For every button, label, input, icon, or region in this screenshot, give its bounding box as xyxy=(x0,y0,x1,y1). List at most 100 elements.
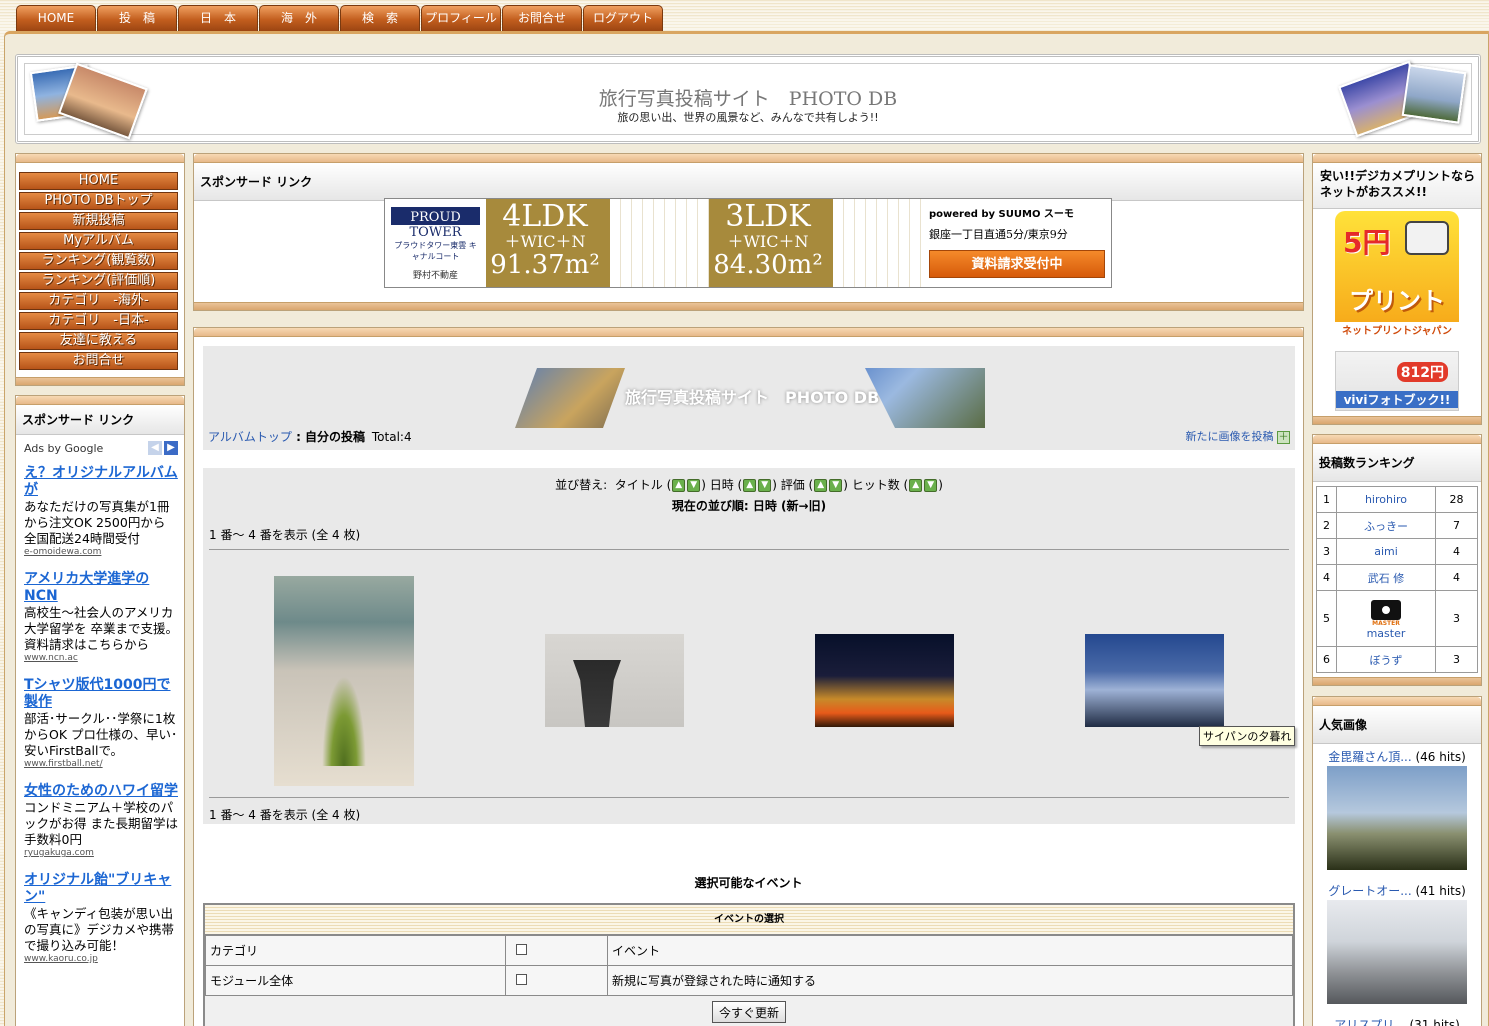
photobook-ad[interactable]: 812円 viviフォトブック!! xyxy=(1335,351,1459,411)
print-ad[interactable]: 5円 プリント ネットプリントジャパン xyxy=(1335,211,1459,337)
current-order: 現在の並び順: 日時 (新→旧) xyxy=(671,499,827,513)
tab-post[interactable]: 投 稿 xyxy=(97,5,177,31)
ranking-row: 5 MASTER master 3 xyxy=(1316,590,1478,647)
floorplan-2 xyxy=(827,199,921,287)
tab-overseas[interactable]: 海 外 xyxy=(259,5,339,31)
ad-title[interactable]: え？オリジナルアルバムが xyxy=(24,465,178,499)
tab-search[interactable]: 検 索 xyxy=(340,5,420,31)
ranking-user-link[interactable]: aimi xyxy=(1374,545,1398,558)
ad-url[interactable]: ryugakuga.com xyxy=(24,848,178,858)
ad-next-button[interactable]: ▶ xyxy=(164,441,178,455)
ranking-row: 1 hirohiro 28 xyxy=(1316,486,1478,513)
ad-title[interactable]: オリジナル飴"ブリキャン" xyxy=(24,872,178,906)
menu-tell-friend[interactable]: 友達に教える xyxy=(19,332,178,350)
popular-panel: 人気画像 金毘羅さん頂... (46 hits) グレートオー... (41 h… xyxy=(1312,696,1482,1026)
sponsor-ad-banner[interactable]: PROUD TOWER プラウドタワー東雲 キャナルコート 野村不動産 4LDK… xyxy=(384,198,1112,288)
tab-profile[interactable]: プロフィール xyxy=(421,5,501,31)
sort-date-asc-icon[interactable]: ▲ xyxy=(743,479,757,492)
album-body: 並び替え: タイトル (▲ ▼) 日時 (▲ ▼) 評価 (▲ ▼) ヒット数 (▲ ▼… xyxy=(203,468,1296,824)
ad-title[interactable]: Tシャツ版代1000円で製作 xyxy=(24,677,178,711)
ad-prev-button[interactable]: ◀ xyxy=(148,441,162,455)
tab-logout[interactable]: ログアウト xyxy=(583,5,663,31)
sort-hits-asc-icon[interactable]: ▲ xyxy=(909,479,923,492)
ad-desc: あなただけの写真集が1冊から注文OK 2500円から 全国配送24時間受付 xyxy=(24,499,170,546)
ad-url[interactable]: www.firstball.net/ xyxy=(24,759,178,769)
menu-photodb-top[interactable]: PHOTO DBトップ xyxy=(19,192,178,210)
plan2-block: 3LDK ＋WIC＋N 84.30m² xyxy=(709,199,827,287)
menu-category-overseas[interactable]: カテゴリ -海外- xyxy=(19,292,178,310)
ranking-user-link[interactable]: master xyxy=(1367,627,1406,640)
left-ads-panel: スポンサード リンク Ads by Google ◀ ▶ え？オリジナルアルバム… xyxy=(15,395,185,1026)
album-banner-text: 旅行写真投稿サイト PHOTO DB xyxy=(625,388,880,407)
sort-title-asc-icon[interactable]: ▲ xyxy=(672,479,686,492)
sort-bar: 並び替え: タイトル (▲ ▼) 日時 (▲ ▼) 評価 (▲ ▼) ヒット数 (▲ ▼… xyxy=(555,478,943,492)
menu-ranking-views[interactable]: ランキング(観覧数) xyxy=(19,252,178,270)
event-category-checkbox[interactable] xyxy=(516,943,527,955)
add-image-icon: ＋ xyxy=(1277,430,1290,444)
album-header: 旅行写真投稿サイト PHOTO DB アルバムトップ : 自分の投稿 Total… xyxy=(203,346,1295,450)
thumb-saipan-sunset[interactable] xyxy=(1085,634,1224,727)
ranking-user-link[interactable]: 武石 修 xyxy=(1368,572,1405,585)
master-camera-icon xyxy=(1371,599,1401,620)
sort-date-desc-icon[interactable]: ▼ xyxy=(758,479,772,492)
tab-contact[interactable]: お問合せ xyxy=(502,5,582,31)
site-header: 旅行写真投稿サイト PHOTO DB 旅の思い出、世界の風景など、みんなで共有し… xyxy=(15,54,1481,144)
ranking-user-link[interactable]: ふっきー xyxy=(1364,520,1408,533)
popular-title-link[interactable]: アリスプリ... xyxy=(1334,1018,1405,1026)
event-label: モジュール全体 xyxy=(205,965,506,996)
thumb-tooltip: サイパンの夕暮れ xyxy=(1199,726,1296,746)
thumb-sprout[interactable] xyxy=(274,576,414,786)
update-now-button[interactable]: 今すぐ更新 xyxy=(711,1001,786,1023)
ad-url[interactable]: e-omoidewa.com xyxy=(24,547,178,557)
popular-thumb-great-ocean[interactable] xyxy=(1327,900,1467,1004)
ranking-row: 4 武石 修4 xyxy=(1316,564,1478,591)
ad-title[interactable]: 女性のためのハワイ留学 xyxy=(24,783,178,800)
menu-contact[interactable]: お問合せ xyxy=(19,352,178,370)
new-post-link[interactable]: 新たに画像を投稿 xyxy=(1186,430,1274,443)
sort-hits-desc-icon[interactable]: ▼ xyxy=(924,479,938,492)
popular-title-link[interactable]: グレートオー... xyxy=(1328,884,1411,898)
event-row: カテゴリ イベント xyxy=(205,935,1293,966)
event-desc: イベント xyxy=(607,935,1293,966)
album-banner: 旅行写真投稿サイト PHOTO DB xyxy=(515,368,985,428)
tab-japan[interactable]: 日 本 xyxy=(178,5,258,31)
menu-ranking-rating[interactable]: ランキング(評価順) xyxy=(19,272,178,290)
ranking-user-link[interactable]: hirohiro xyxy=(1365,493,1407,506)
ad-title[interactable]: アメリカ大学進学のNCN xyxy=(24,571,178,605)
menu-new-post[interactable]: 新規投稿 xyxy=(19,212,178,230)
tab-home[interactable]: HOME xyxy=(16,5,96,31)
ad-desc: コンドミニアム＋学校のパックがお得 また長期留学は手数料0円 xyxy=(24,800,178,847)
ad-url[interactable]: www.ncn.ac xyxy=(24,653,178,663)
ad-url[interactable]: www.kaoru.co.jp xyxy=(24,954,178,964)
sort-rating-asc-icon[interactable]: ▲ xyxy=(814,479,828,492)
popular-thumb-kompira[interactable] xyxy=(1327,766,1467,870)
events-table-head: イベントの選択 xyxy=(205,905,1293,935)
thumb-las-vegas[interactable] xyxy=(815,634,954,727)
site-title: 旅行写真投稿サイト PHOTO DB xyxy=(598,88,898,110)
sort-title-desc-icon[interactable]: ▼ xyxy=(687,479,701,492)
menu-my-album[interactable]: Myアルバム xyxy=(19,232,178,250)
event-label: カテゴリ xyxy=(205,935,506,966)
menu-home[interactable]: HOME xyxy=(19,172,178,190)
popular-title-link[interactable]: 金毘羅さん頂... xyxy=(1328,750,1411,764)
site-subtitle: 旅の思い出、世界の風景など、みんなで共有しよう!! xyxy=(617,111,879,124)
event-row: モジュール全体 新規に写真が登録された時に通知する xyxy=(205,965,1293,996)
sort-rating-desc-icon[interactable]: ▼ xyxy=(829,479,843,492)
breadcrumb-current: : 自分の投稿 xyxy=(291,430,366,444)
banner-photo-temple xyxy=(515,368,625,428)
breadcrumb-album-top[interactable]: アルバムトップ xyxy=(208,430,292,444)
popular-heading: 人気画像 xyxy=(1313,706,1481,744)
ad-desc: 《キャンディ包装が思い出の写真に》デジカメや携帯で撮り込み可能！ xyxy=(24,906,175,953)
sponsor-cta-button[interactable]: 資料請求受付中 xyxy=(929,250,1105,278)
sprout-leaves xyxy=(322,676,366,766)
promo-heading: 安い!!デジカメプリントならネットがおススメ!! xyxy=(1313,163,1481,209)
events-table: カテゴリ イベント モジュール全体 新規に写真が登録された時に通知する xyxy=(205,935,1293,996)
menu-category-japan[interactable]: カテゴリ -日本- xyxy=(19,312,178,330)
proud-logo: PROUD xyxy=(391,207,480,225)
print-promo-panel: 安い!!デジカメプリントならネットがおススメ!! 5円 プリント ネットプリント… xyxy=(1312,153,1482,425)
ranking-user-link[interactable]: ぼうず xyxy=(1370,654,1403,667)
thumb-control-tower[interactable] xyxy=(545,634,684,727)
event-module-checkbox[interactable] xyxy=(516,973,527,985)
count-text-top: 1 番～ 4 番を表示 (全 4 枚) xyxy=(209,528,361,542)
ads-by-google: Ads by Google xyxy=(24,441,104,455)
